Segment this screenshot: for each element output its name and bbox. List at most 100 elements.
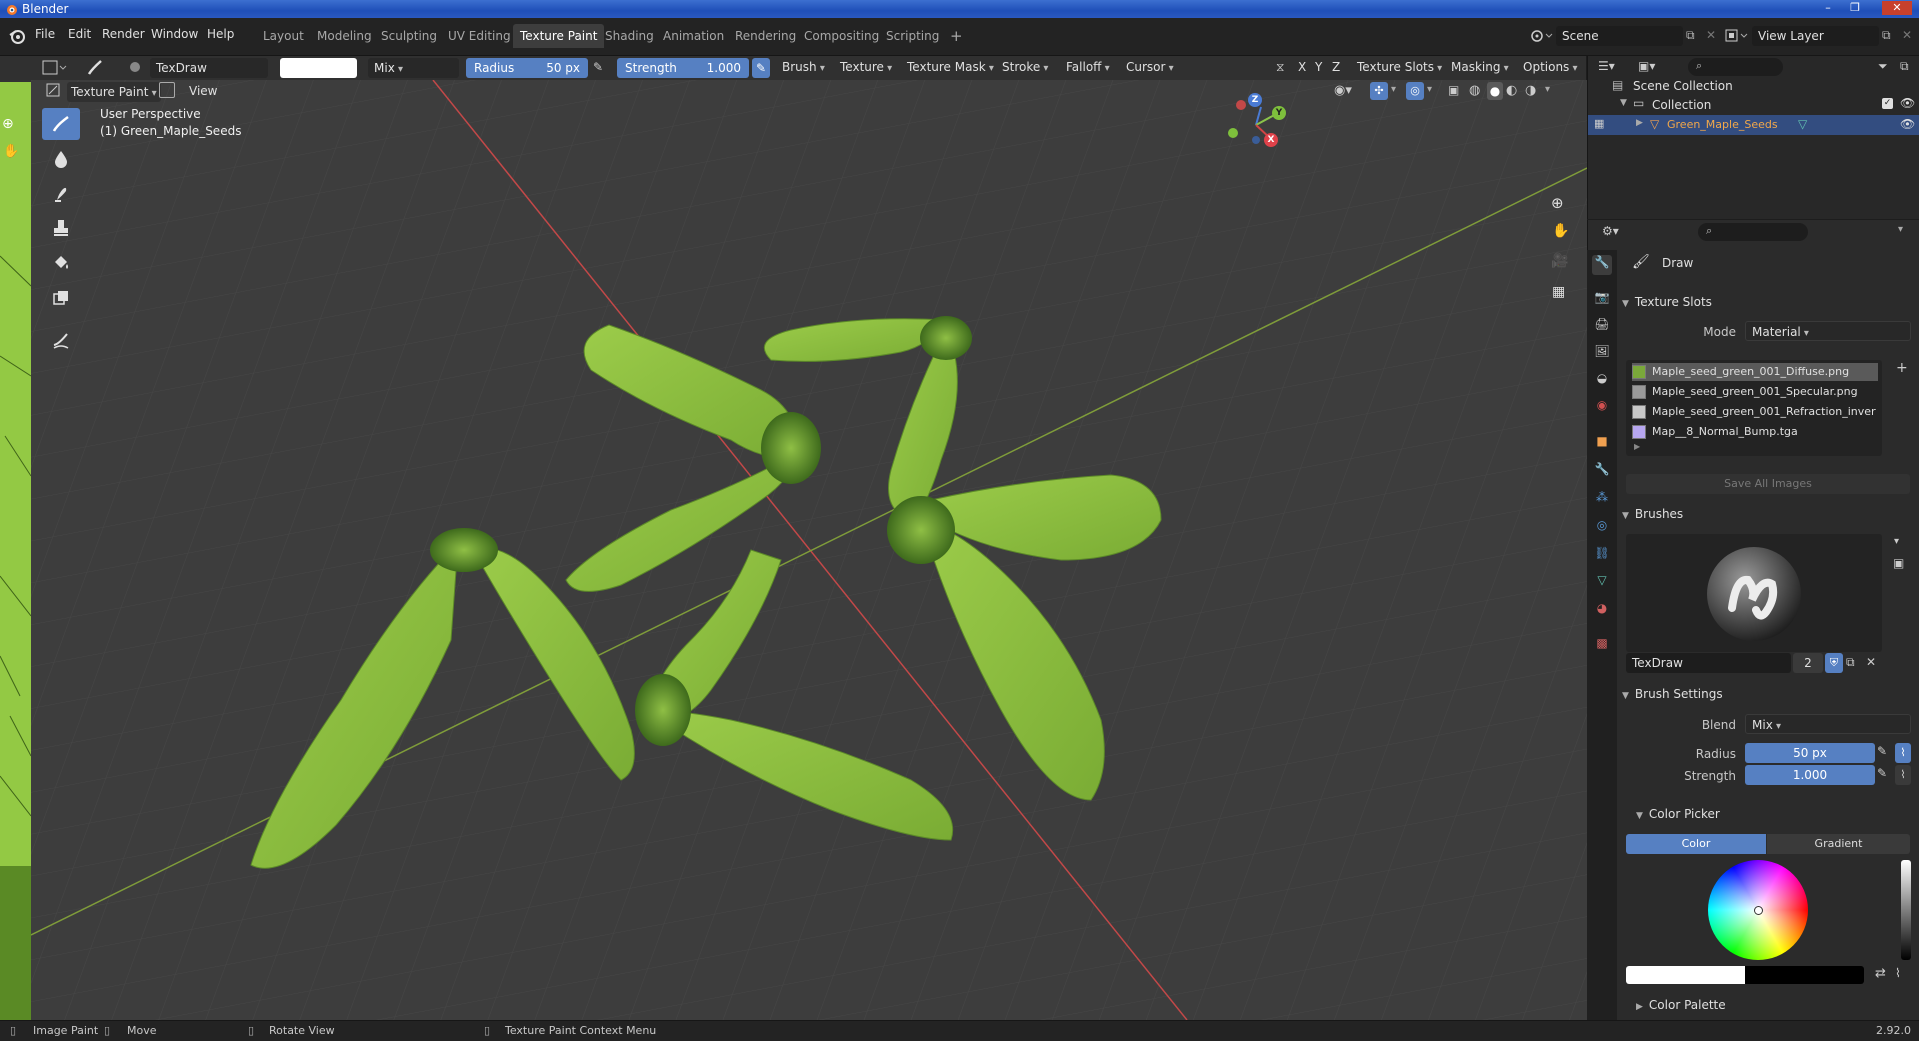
visibility-icon[interactable]: ◉▾ (1334, 83, 1352, 98)
properties-options-icon[interactable]: ▾ (1898, 224, 1903, 235)
collection-label[interactable]: Collection (1652, 98, 1711, 112)
physics-tab-icon[interactable]: ◎ (1592, 518, 1612, 538)
view-layer-tab-icon[interactable]: 🖼 (1592, 344, 1612, 364)
texture-slot-item[interactable]: Maple_seed_green_001_Refraction_invert..… (1632, 403, 1878, 421)
texture-slot-item[interactable]: Maple_seed_green_001_Diffuse.png (1632, 363, 1878, 381)
menu-help[interactable]: Help (207, 27, 234, 41)
render-tab-icon[interactable]: 📷 (1592, 290, 1612, 310)
gradient-mode-tab[interactable]: Gradient (1767, 834, 1910, 854)
texture-mask-menu[interactable]: Texture Mask (907, 60, 994, 74)
tab-compositing[interactable]: Compositing (797, 24, 886, 48)
texture-slots-section-header[interactable]: ▼ Texture Slots (1622, 291, 1912, 313)
camera-view-icon[interactable]: 🎥 (1551, 253, 1568, 269)
minimize-button[interactable]: – (1820, 1, 1836, 15)
mirror-y-toggle[interactable]: Y (1315, 60, 1322, 74)
falloff-menu[interactable]: Falloff (1066, 60, 1110, 74)
masking-menu[interactable]: Masking (1451, 60, 1509, 74)
clone-tool[interactable] (42, 212, 80, 244)
strength-unit-toggle-icon[interactable]: ⌇ (1895, 765, 1911, 785)
paint-mask-toggle-icon[interactable] (159, 82, 175, 98)
texture-slot-item[interactable]: Map__8_Normal_Bump.tga (1632, 423, 1878, 441)
collection-expand-arrow[interactable]: ▼ (1620, 98, 1627, 108)
interaction-mode-dropdown[interactable]: Texture Paint (67, 82, 161, 102)
tab-layout[interactable]: Layout (256, 24, 311, 48)
solid-shading-icon[interactable]: ● (1487, 82, 1503, 100)
color-picker-subpanel-header[interactable]: ▼ Color Picker (1636, 803, 1919, 825)
value-slider[interactable] (1901, 860, 1911, 960)
scene-collection-label[interactable]: Scene Collection (1633, 79, 1733, 93)
image-editor-strip[interactable]: ▦ ⊕ ✋ (0, 56, 31, 1020)
collection-include-checkbox[interactable]: ✓ (1882, 98, 1893, 109)
output-tab-icon[interactable]: 🖨 (1592, 317, 1612, 337)
strength-pressure-toggle-icon[interactable]: ✎ (1877, 766, 1887, 780)
object-tab-icon[interactable]: ■ (1592, 434, 1612, 454)
wireframe-shading-icon[interactable]: ◍ (1469, 83, 1480, 98)
texture-tab-icon[interactable]: ▩ (1592, 636, 1612, 656)
filter-icon[interactable]: ⏷ (1878, 59, 1888, 74)
cursor-menu[interactable]: Cursor (1126, 60, 1174, 74)
delete-scene-icon[interactable]: ✕ (1706, 28, 1716, 42)
properties-search-input[interactable]: ⌕ (1698, 223, 1808, 241)
new-scene-icon[interactable]: ⧉ (1686, 28, 1695, 43)
texture-slots-menu[interactable]: Texture Slots (1357, 60, 1442, 74)
strength-pressure-icon[interactable]: ✎ (752, 58, 770, 78)
texture-mode-dropdown[interactable]: Material (1745, 321, 1911, 341)
view-layer-icon[interactable] (1724, 27, 1750, 45)
view-layer-field[interactable]: View Layer (1752, 26, 1879, 46)
outliner-row-green-maple-seeds[interactable]: ▦ ▶ ▽ Green_Maple_Seeds ▽ 👁 (1588, 115, 1919, 135)
outliner-editor-type-icon[interactable]: ☰▾ (1598, 59, 1628, 77)
zoom-view-icon[interactable]: ⊕ (1551, 194, 1564, 212)
duplicate-brush-icon[interactable]: ⧉ (1846, 655, 1855, 670)
collection-visibility-eye-icon[interactable]: 👁 (1900, 96, 1915, 110)
tab-texture-paint[interactable]: Texture Paint (513, 24, 605, 48)
swap-colors-icon[interactable]: ⇄ (1875, 966, 1886, 981)
menu-render[interactable]: Render (102, 27, 145, 41)
strength-slider[interactable]: Strength 1.000 (617, 58, 749, 78)
radius-unit-toggle-icon[interactable]: ⌇ (1895, 743, 1911, 763)
overlays-dropdown-icon[interactable]: ▾ (1427, 84, 1432, 95)
shading-dropdown-icon[interactable]: ▾ (1545, 84, 1550, 95)
mask-tool[interactable] (42, 282, 80, 314)
particles-tab-icon[interactable]: ⁂ (1592, 490, 1612, 510)
brush-menu[interactable]: Brush (782, 60, 825, 74)
constraints-tab-icon[interactable]: ⛓ (1592, 546, 1612, 566)
tab-animation[interactable]: Animation (656, 24, 731, 48)
tab-uv-editing[interactable]: UV Editing (441, 24, 518, 48)
color-palette-subpanel-header[interactable]: ▶ Color Palette (1636, 994, 1919, 1016)
mirror-z-toggle[interactable]: Z (1332, 60, 1340, 74)
unlink-brush-icon[interactable]: ✕ (1866, 655, 1876, 669)
object-name-label[interactable]: Green_Maple_Seeds (1667, 118, 1778, 131)
fill-tool[interactable] (42, 247, 80, 279)
brush-list-dropdown-icon[interactable]: ▾ (1894, 536, 1899, 547)
tab-shading[interactable]: Shading (598, 24, 661, 48)
fake-user-shield-icon[interactable]: ⛨ (1825, 653, 1843, 673)
pan-view-icon[interactable]: ✋ (1552, 223, 1569, 239)
color-pressure-icon[interactable]: ⌇ (1895, 966, 1901, 980)
gizmo-x-label[interactable]: X (1264, 133, 1278, 147)
draw-tool[interactable] (42, 108, 80, 140)
brush-color-swatch[interactable] (280, 58, 357, 78)
new-collection-icon[interactable]: ⧉ (1900, 59, 1909, 74)
options-menu[interactable]: Options (1523, 60, 1578, 74)
soften-tool[interactable] (42, 143, 80, 175)
menu-edit[interactable]: Edit (68, 27, 91, 41)
list-expand-arrow[interactable]: ▶ (1634, 442, 1640, 451)
primary-secondary-color-swatch[interactable] (1626, 966, 1864, 984)
brush-datablock-name[interactable]: TexDraw (1626, 653, 1791, 673)
brush-name-field[interactable]: TexDraw (150, 58, 268, 78)
radius-bar[interactable]: 50 px (1745, 743, 1875, 763)
modifier-tab-icon[interactable]: 🔧 (1592, 462, 1612, 482)
gizmo-dropdown-icon[interactable]: ▾ (1391, 84, 1396, 95)
blend-dropdown[interactable]: Mix (1745, 714, 1911, 734)
brush-settings-section-header[interactable]: ▼ Brush Settings (1622, 683, 1912, 705)
add-workspace-button[interactable]: + (943, 24, 970, 48)
radius-pressure-icon[interactable]: ✎ (593, 60, 603, 74)
world-tab-icon[interactable]: ◉ (1592, 398, 1612, 418)
maximize-button[interactable]: ❐ (1847, 1, 1863, 15)
scene-selector-icon[interactable] (1528, 26, 1554, 46)
tab-modeling[interactable]: Modeling (310, 24, 379, 48)
gizmo-z-label[interactable]: Z (1248, 93, 1262, 107)
ortho-toggle-icon[interactable]: ▦ (1552, 284, 1565, 300)
texture-slot-item[interactable]: Maple_seed_green_001_Specular.png (1632, 383, 1878, 401)
color-mode-tab[interactable]: Color (1626, 834, 1766, 854)
